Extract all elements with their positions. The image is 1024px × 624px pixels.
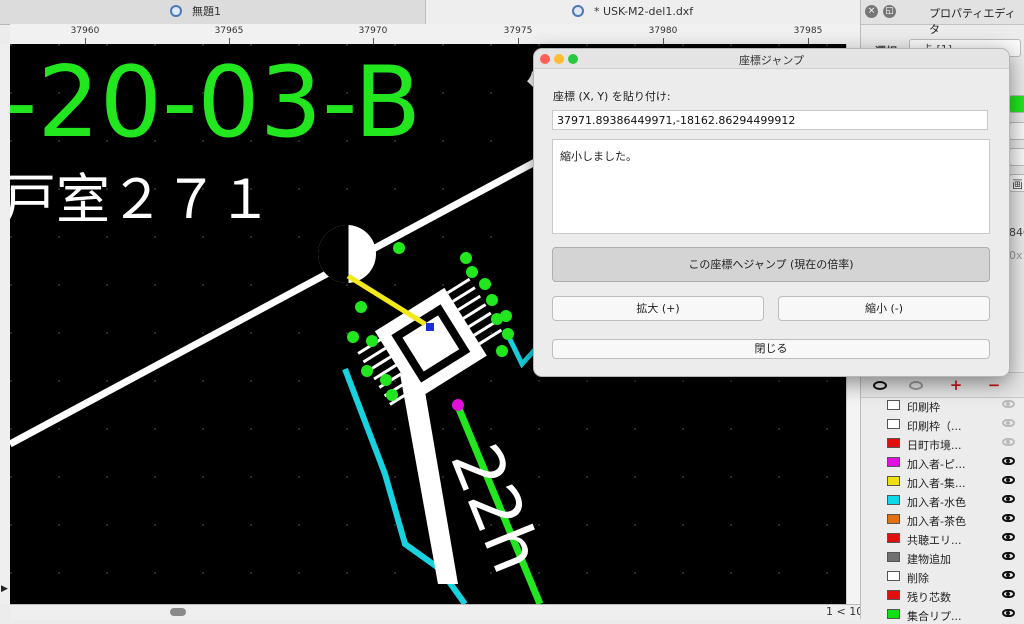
layer-color-swatch[interactable] [887,609,900,619]
layer-row[interactable]: 加入者-茶色 [861,510,1024,529]
zoom-in-button[interactable]: 拡大 (+) [552,296,764,321]
layer-row[interactable]: 加入者-ピ... [861,453,1024,472]
eye-off-icon[interactable] [1002,400,1015,408]
layer-color-swatch[interactable] [887,571,900,581]
coordinate-jump-dialog: 座標ジャンプ 座標 (X, Y) を貼り付け: 縮小しました。 この座標へジャン… [533,48,1010,377]
layer-color-swatch[interactable] [887,476,900,486]
layer-row[interactable]: 残り芯数 [861,586,1024,605]
app-document-icon [170,5,182,17]
dialog-title: 座標ジャンプ [738,54,805,67]
eye-icon[interactable] [1002,552,1015,560]
room-label: 戸室２７１ [10,168,272,231]
layer-name: 印刷枠（... [907,420,962,433]
layer-name: 集合リプ... [907,610,962,623]
dialog-titlebar: 座標ジャンプ [534,49,1009,69]
fragment-value: 0x1 [1009,249,1024,262]
eye-icon[interactable] [1002,476,1015,484]
ruler-label: 37970 [358,26,388,36]
message-text: 縮小しました。 [560,150,637,163]
ruler-label: 37980 [648,26,678,36]
layer-color-swatch[interactable] [887,438,900,448]
layer-row[interactable]: 加入者-集... [861,472,1024,491]
scroll-thumb[interactable] [170,608,186,616]
float-icon[interactable]: ◱ [883,5,896,18]
layer-color-swatch[interactable] [887,514,900,524]
eye-icon[interactable] [1002,495,1015,503]
layer-name: 建物追加 [907,553,951,566]
show-all-layers-icon[interactable] [865,375,895,395]
layer-color-swatch[interactable] [887,495,900,505]
layer-row[interactable]: 共聴エリ... [861,529,1024,548]
layer-name: 共聴エリ... [907,534,962,547]
zoom-out-button[interactable]: 縮小 (-) [778,296,990,321]
ruler-label: 37965 [214,26,244,36]
ruler-label: 37960 [70,26,100,36]
layer-row[interactable]: 建物追加 [861,548,1024,567]
layer-color-swatch[interactable] [887,419,900,429]
layer-row[interactable]: 印刷枠（... [861,415,1024,434]
layer-color-swatch[interactable] [887,400,900,410]
app-document-icon [572,5,584,17]
layer-row[interactable]: 印刷枠 [861,396,1024,415]
eye-icon[interactable] [1002,590,1015,598]
eye-icon[interactable] [1002,571,1015,579]
layer-name: 削除 [907,572,929,585]
block-label: -20-03-B [10,46,421,160]
coordinate-input[interactable] [552,110,988,130]
message-area[interactable]: 縮小しました。 [552,139,990,234]
panel-titlebar: × ◱ プロパティエディタ [861,0,1024,36]
close-button[interactable]: 閉じる [552,339,990,359]
field-stub[interactable] [1009,122,1024,140]
layer-name: 加入者-ピ... [907,458,966,471]
eye-off-icon[interactable] [1002,419,1015,427]
fragment-button[interactable]: 画 [1009,174,1024,192]
layer-name: 印刷枠 [907,401,940,414]
layer-name: 加入者-集... [907,477,966,490]
layer-row[interactable]: 加入者-水色 [861,491,1024,510]
layer-name: 加入者-茶色 [907,515,966,528]
layer-name: 日町市境... [907,439,962,452]
zoom-status: 1 < 10 [826,605,864,618]
coord-label: 座標 (X, Y) を貼り付け: [553,90,671,103]
layer-row[interactable]: 削除 [861,567,1024,586]
collapse-arrow-icon[interactable]: ▶ [1,584,8,594]
layer-color-swatch[interactable] [887,590,900,600]
layer-color-swatch[interactable] [887,552,900,562]
add-layer-button[interactable]: + [941,375,971,395]
close-icon[interactable]: × [865,5,878,18]
ruler-label: 37975 [503,26,533,36]
tab-untitled[interactable]: 無題1 [170,0,221,24]
horizontal-scrollbar[interactable] [10,604,860,620]
eye-off-icon[interactable] [1002,438,1015,446]
tab-usk-m2-del1[interactable]: * USK-M2-del1.dxf [425,0,861,24]
tab-label: 無題1 [192,5,221,18]
jump-to-coordinate-button[interactable]: この座標へジャンプ (現在の倍率) [552,247,990,282]
document-tab-bar: 無題1 * USK-M2-del1.dxf [0,0,861,25]
layer-row[interactable]: 集合リプ... [861,605,1024,624]
layer-row[interactable]: 日町市境... [861,434,1024,453]
color-chip[interactable] [1009,95,1024,113]
eye-icon[interactable] [1002,609,1015,617]
layer-list: 印刷枠印刷枠（... 日町市境... 加入者-ピ... 加入者-集... 加入者-水色加… [861,396,1024,624]
remove-layer-button[interactable]: − [979,375,1009,395]
eye-icon[interactable] [1002,457,1015,465]
fragment-value: 84C [1009,226,1024,239]
tab-label: * USK-M2-del1.dxf [594,5,694,18]
layer-color-swatch[interactable] [887,533,900,543]
horizontal-ruler: 37960 37965 37970 37975 37980 37985 [10,24,860,45]
eye-icon[interactable] [1002,533,1015,541]
ruler-label: 37985 [793,26,823,36]
layer-name: 残り芯数 [907,591,951,604]
field-stub[interactable] [1009,148,1024,166]
eye-icon[interactable] [1002,514,1015,522]
layer-name: 加入者-水色 [907,496,966,509]
panel-title: プロパティエディタ [929,7,1016,36]
hide-all-layers-icon[interactable] [901,375,931,395]
magenta-marker [452,399,464,411]
layer-color-swatch[interactable] [887,457,900,467]
